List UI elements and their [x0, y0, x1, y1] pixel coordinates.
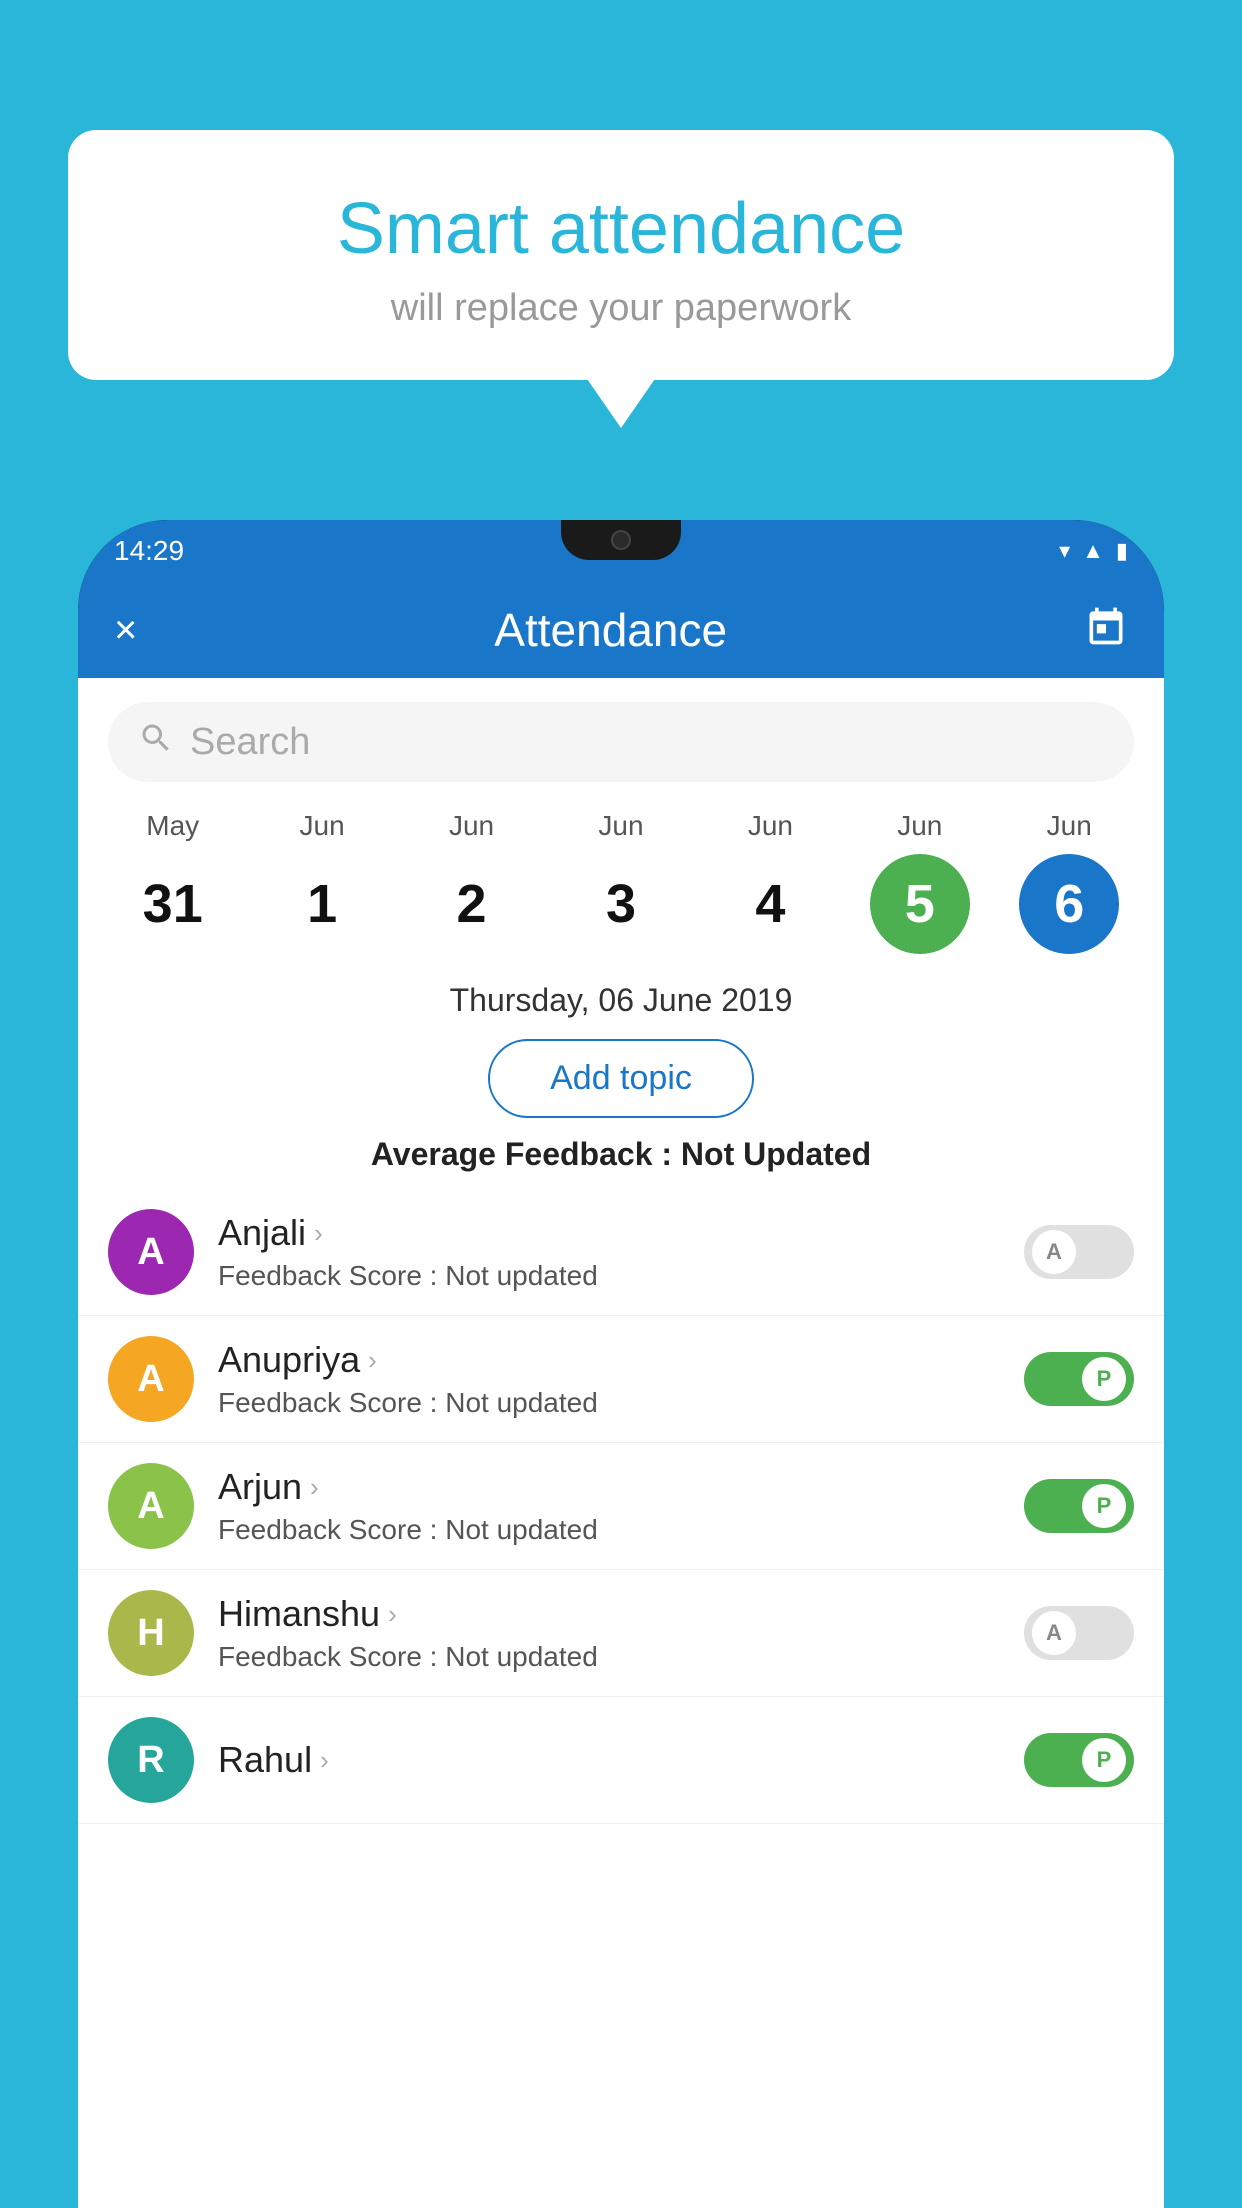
phone-screen: Search May 31 Jun 1 Jun 2 Jun 3	[78, 678, 1164, 2208]
chevron-right-icon: ›	[314, 1218, 323, 1249]
student-row-anupriya[interactable]: A Anupriya › Feedback Score : Not update…	[78, 1316, 1164, 1443]
toggle-knob-anupriya: P	[1082, 1357, 1126, 1401]
student-row-anjali[interactable]: A Anjali › Feedback Score : Not updated …	[78, 1189, 1164, 1316]
avatar-anupriya: A	[108, 1336, 194, 1422]
front-camera	[611, 530, 631, 550]
cal-month-1: Jun	[300, 810, 345, 842]
cal-month-5: Jun	[897, 810, 942, 842]
chevron-right-icon: ›	[320, 1745, 329, 1776]
student-feedback-anupriya: Feedback Score : Not updated	[218, 1387, 1000, 1419]
student-info-himanshu: Himanshu › Feedback Score : Not updated	[218, 1593, 1000, 1673]
calendar-icon[interactable]	[1084, 604, 1128, 657]
status-bar: 14:29 ▾ ▲ ▮	[78, 520, 1164, 582]
toggle-knob-arjun: P	[1082, 1484, 1126, 1528]
student-name-anjali: Anjali ›	[218, 1212, 1000, 1254]
student-info-anjali: Anjali › Feedback Score : Not updated	[218, 1212, 1000, 1292]
student-feedback-anjali: Feedback Score : Not updated	[218, 1260, 1000, 1292]
toggle-anupriya[interactable]: P	[1024, 1352, 1134, 1406]
search-bar[interactable]: Search	[108, 702, 1134, 782]
avatar-himanshu: H	[108, 1590, 194, 1676]
cal-date-1: 1	[272, 854, 372, 954]
toggle-arjun[interactable]: P	[1024, 1479, 1134, 1533]
search-placeholder: Search	[190, 721, 310, 764]
avatar-arjun: A	[108, 1463, 194, 1549]
avg-feedback-label: Average Feedback :	[371, 1136, 681, 1172]
close-button[interactable]: ×	[114, 608, 137, 653]
toggle-himanshu[interactable]: A	[1024, 1606, 1134, 1660]
chevron-right-icon: ›	[310, 1472, 319, 1503]
status-icons: ▾ ▲ ▮	[1059, 538, 1128, 564]
add-topic-button[interactable]: Add topic	[488, 1039, 754, 1118]
status-time: 14:29	[114, 535, 184, 567]
selected-date-label: Thursday, 06 June 2019	[78, 982, 1164, 1019]
signal-icon: ▲	[1082, 538, 1104, 564]
student-name-himanshu: Himanshu ›	[218, 1593, 1000, 1635]
app-title: Attendance	[494, 603, 727, 657]
toggle-knob-rahul: P	[1082, 1738, 1126, 1782]
cal-day-3[interactable]: Jun 3	[566, 810, 676, 954]
attendance-toggle-anupriya[interactable]: P	[1024, 1352, 1134, 1406]
wifi-icon: ▾	[1059, 538, 1070, 564]
bubble-title: Smart attendance	[118, 190, 1124, 269]
cal-day-0[interactable]: May 31	[118, 810, 228, 954]
student-list: A Anjali › Feedback Score : Not updated …	[78, 1189, 1164, 1824]
phone-frame: 14:29 ▾ ▲ ▮ × Attendance	[78, 520, 1164, 2208]
cal-date-2: 2	[422, 854, 522, 954]
avatar-anjali: A	[108, 1209, 194, 1295]
cal-date-4: 4	[720, 854, 820, 954]
cal-month-4: Jun	[748, 810, 793, 842]
cal-date-6: 6	[1019, 854, 1119, 954]
chevron-right-icon: ›	[388, 1599, 397, 1630]
attendance-toggle-anjali[interactable]: A	[1024, 1225, 1134, 1279]
student-row-rahul[interactable]: R Rahul › P	[78, 1697, 1164, 1824]
cal-date-3: 3	[571, 854, 671, 954]
student-name-anupriya: Anupriya ›	[218, 1339, 1000, 1381]
speech-bubble: Smart attendance will replace your paper…	[68, 130, 1174, 380]
app-header: × Attendance	[78, 582, 1164, 678]
search-icon	[138, 720, 174, 765]
avatar-rahul: R	[108, 1717, 194, 1803]
student-feedback-arjun: Feedback Score : Not updated	[218, 1514, 1000, 1546]
cal-month-3: Jun	[598, 810, 643, 842]
cal-month-6: Jun	[1047, 810, 1092, 842]
student-info-anupriya: Anupriya › Feedback Score : Not updated	[218, 1339, 1000, 1419]
cal-day-1[interactable]: Jun 1	[267, 810, 377, 954]
attendance-toggle-rahul[interactable]: P	[1024, 1733, 1134, 1787]
cal-day-5[interactable]: Jun 5	[865, 810, 975, 954]
student-row-arjun[interactable]: A Arjun › Feedback Score : Not updated P	[78, 1443, 1164, 1570]
student-info-rahul: Rahul ›	[218, 1739, 1000, 1781]
notch	[561, 520, 681, 560]
chevron-right-icon: ›	[368, 1345, 377, 1376]
attendance-toggle-himanshu[interactable]: A	[1024, 1606, 1134, 1660]
student-name-rahul: Rahul ›	[218, 1739, 1000, 1781]
add-topic-wrapper: Add topic	[78, 1039, 1164, 1118]
toggle-knob-himanshu: A	[1032, 1611, 1076, 1655]
phone-inner: 14:29 ▾ ▲ ▮ × Attendance	[78, 520, 1164, 2208]
cal-day-4[interactable]: Jun 4	[715, 810, 825, 954]
bubble-subtitle: will replace your paperwork	[118, 287, 1124, 330]
cal-date-0: 31	[123, 854, 223, 954]
toggle-knob-anjali: A	[1032, 1230, 1076, 1274]
cal-day-2[interactable]: Jun 2	[417, 810, 527, 954]
cal-month-2: Jun	[449, 810, 494, 842]
student-row-himanshu[interactable]: H Himanshu › Feedback Score : Not update…	[78, 1570, 1164, 1697]
cal-month-0: May	[146, 810, 199, 842]
attendance-toggle-arjun[interactable]: P	[1024, 1479, 1134, 1533]
student-feedback-himanshu: Feedback Score : Not updated	[218, 1641, 1000, 1673]
toggle-rahul[interactable]: P	[1024, 1733, 1134, 1787]
toggle-anjali[interactable]: A	[1024, 1225, 1134, 1279]
calendar-strip: May 31 Jun 1 Jun 2 Jun 3 Jun 4	[78, 782, 1164, 954]
student-info-arjun: Arjun › Feedback Score : Not updated	[218, 1466, 1000, 1546]
cal-date-5: 5	[870, 854, 970, 954]
avg-feedback: Average Feedback : Not Updated	[78, 1136, 1164, 1173]
student-name-arjun: Arjun ›	[218, 1466, 1000, 1508]
cal-day-6[interactable]: Jun 6	[1014, 810, 1124, 954]
avg-feedback-value: Not Updated	[681, 1136, 871, 1172]
battery-icon: ▮	[1116, 538, 1128, 564]
